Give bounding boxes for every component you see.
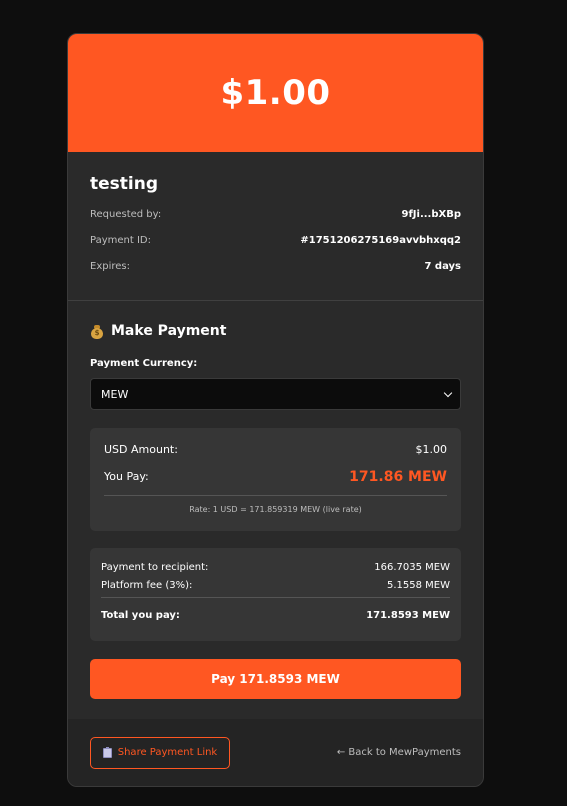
total-value: 171.8593 MEW	[366, 610, 450, 621]
platform-fee-value: 5.1558 MEW	[386, 580, 450, 591]
total-row: Total you pay: 171.8593 MEW	[101, 609, 450, 622]
rate-text: Rate: 1 USD = 171.859319 MEW (live rate)	[189, 505, 362, 514]
make-payment-title: Make Payment	[111, 323, 227, 339]
currency-select[interactable]: MEW	[90, 378, 461, 410]
platform-fee-label: Platform fee (3%):	[101, 580, 193, 591]
currency-selected-value: MEW	[101, 387, 129, 401]
usd-amount-row: USD Amount: $1.00	[104, 443, 447, 457]
request-info: testing Requested by: 9fJi...bXBp Paymen…	[68, 152, 483, 301]
card-footer: Share Payment Link ← Back to MewPayments	[68, 719, 483, 786]
platform-fee-row: Platform fee (3%): 5.1558 MEW	[101, 579, 450, 592]
requested-by-label: Requested by:	[90, 209, 162, 220]
make-payment-section: $ Make Payment Payment Currency: MEW USD…	[68, 301, 483, 699]
pay-button[interactable]: Pay 171.8593 MEW	[90, 659, 461, 699]
expires-label: Expires:	[90, 261, 130, 272]
requested-by-value: 9fJi...bXBp	[401, 209, 461, 220]
make-payment-heading: $ Make Payment	[90, 322, 461, 340]
payment-card: $1.00 testing Requested by: 9fJi...bXBp …	[67, 33, 484, 787]
currency-label: Payment Currency:	[90, 358, 198, 369]
usd-amount-value: $1.00	[415, 443, 448, 456]
recipient-row: Payment to recipient: 166.7035 MEW	[101, 561, 450, 574]
back-to-mewpayments-link[interactable]: ← Back to MewPayments	[337, 747, 461, 758]
share-payment-link-button[interactable]: Share Payment Link	[90, 736, 230, 769]
you-pay-value: 171.86 MEW	[349, 469, 447, 485]
money-bag-icon: $	[90, 324, 104, 339]
recipient-label: Payment to recipient:	[101, 562, 209, 573]
clipboard-icon	[102, 746, 112, 758]
you-pay-row: You Pay: 171.86 MEW	[104, 469, 447, 485]
chevron-down-icon	[443, 388, 453, 397]
expires-value: 7 days	[424, 261, 461, 272]
usd-amount-label: USD Amount:	[104, 443, 178, 456]
share-payment-link-label: Share Payment Link	[117, 747, 218, 758]
payment-id-value: #1751206275169avvbhxqq2	[300, 235, 461, 246]
divider	[101, 597, 450, 598]
fee-breakdown: Payment to recipient: 166.7035 MEW Platf…	[90, 548, 461, 641]
amount-banner: $1.00	[68, 34, 483, 152]
requested-by-row: Requested by: 9fJi...bXBp	[90, 208, 461, 221]
you-pay-label: You Pay:	[104, 470, 149, 483]
amount-summary: USD Amount: $1.00 You Pay: 171.86 MEW Ra…	[90, 428, 461, 531]
request-amount: $1.00	[220, 73, 331, 113]
recipient-value: 166.7035 MEW	[374, 562, 450, 573]
total-label: Total you pay:	[101, 610, 180, 621]
payment-id-row: Payment ID: #1751206275169avvbhxqq2	[90, 234, 461, 247]
divider	[104, 495, 447, 496]
payment-id-label: Payment ID:	[90, 235, 151, 246]
expires-row: Expires: 7 days	[90, 260, 461, 273]
request-title: testing	[90, 174, 158, 194]
